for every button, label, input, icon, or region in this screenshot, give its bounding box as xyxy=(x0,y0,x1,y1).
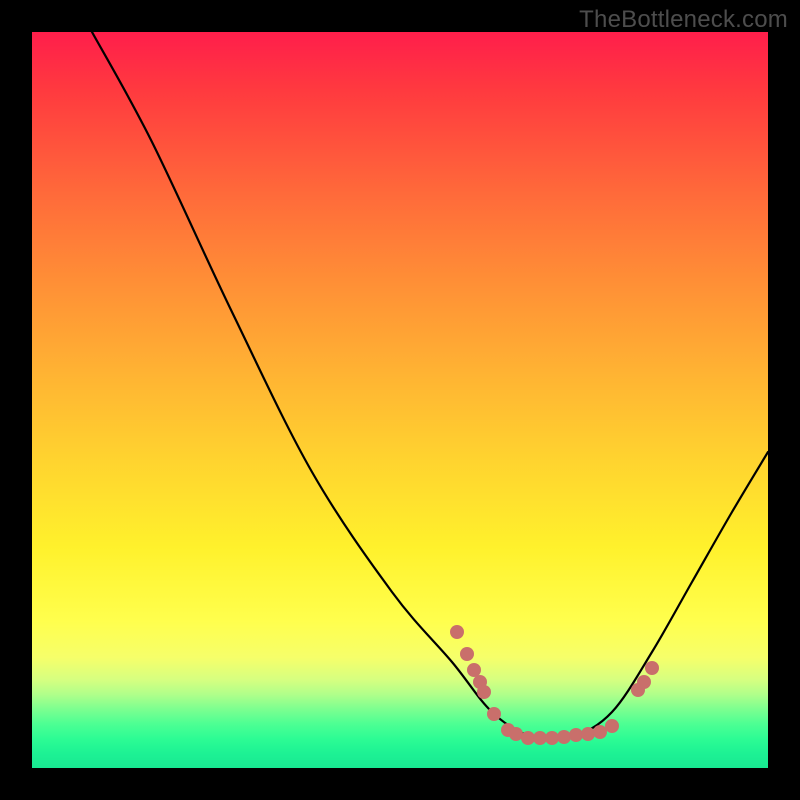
marker-dot xyxy=(637,675,651,689)
marker-dot xyxy=(605,719,619,733)
marker-dot xyxy=(467,663,481,677)
marker-dot xyxy=(569,728,583,742)
marker-dot xyxy=(450,625,464,639)
plot-area xyxy=(32,32,768,768)
marker-dot xyxy=(593,725,607,739)
marker-dot xyxy=(645,661,659,675)
marker-dot xyxy=(533,731,547,745)
chart-svg xyxy=(32,32,768,768)
watermark-label: TheBottleneck.com xyxy=(579,6,788,34)
marker-dot xyxy=(521,731,535,745)
marker-dot xyxy=(557,730,571,744)
marker-dot xyxy=(460,647,474,661)
bottleneck-curve xyxy=(92,32,768,740)
marker-dot xyxy=(509,727,523,741)
marker-group xyxy=(450,625,659,745)
chart-frame: TheBottleneck.com xyxy=(0,0,800,800)
marker-dot xyxy=(477,685,491,699)
marker-dot xyxy=(581,727,595,741)
marker-dot xyxy=(545,731,559,745)
marker-dot xyxy=(487,707,501,721)
